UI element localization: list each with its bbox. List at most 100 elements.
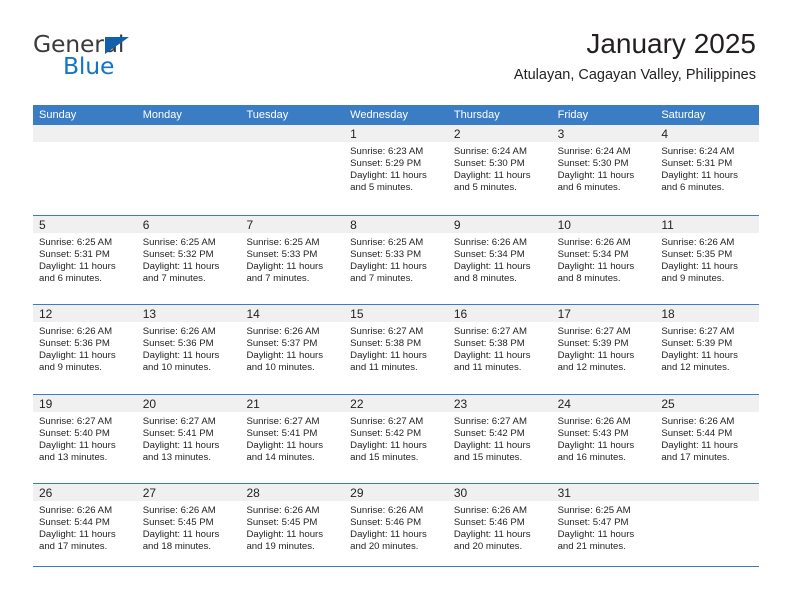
day-number: 30 (453, 486, 468, 500)
day-cell-30[interactable]: 30 Sunrise: 6:26 AM Sunset: 5:46 PM Dayligh… (447, 484, 552, 573)
week-row: 26 Sunrise: 6:26 AM Sunset: 5:44 PM Dayligh… (33, 483, 760, 573)
day-number-band: 26 (33, 484, 137, 501)
day-number: 29 (350, 486, 364, 500)
daylight-text-line2: and 19 minutes. (246, 541, 315, 553)
day-details: Sunrise: 6:25 AM Sunset: 5:32 PM Daylight:… (137, 233, 241, 285)
day-cell-17[interactable]: 17 Sunrise: 6:27 AM Sunset: 5:39 PM Dayligh… (551, 305, 656, 394)
daylight-text-line2: and 17 minutes. (661, 451, 730, 463)
day-details: Sunrise: 6:24 AM Sunset: 5:30 PM Daylight:… (448, 142, 552, 194)
day-cell-19[interactable]: 19 Sunrise: 6:27 AM Sunset: 5:40 PM Dayligh… (33, 394, 137, 483)
day-cell-16[interactable]: 16 Sunrise: 6:27 AM Sunset: 5:38 PM Dayligh… (447, 305, 552, 394)
day-number: 21 (246, 396, 260, 411)
day-cell-empty (240, 125, 345, 215)
day-cell-18[interactable]: 18 Sunrise: 6:27 AM Sunset: 5:39 PM Dayligh… (655, 305, 760, 394)
day-cell-23[interactable]: 23 Sunrise: 6:27 AM Sunset: 5:42 PM Dayligh… (447, 394, 552, 483)
day-cell-5[interactable]: 5 Sunrise: 6:25 AM Sunset: 5:31 PM Daylight… (33, 215, 137, 304)
daylight-text-line1: Daylight: 11 hours (246, 439, 324, 451)
day-details: Sunrise: 6:26 AM Sunset: 5:34 PM Daylight:… (552, 233, 656, 285)
sunset-text: Sunset: 5:36 PM (39, 338, 110, 350)
day-details: Sunrise: 6:24 AM Sunset: 5:30 PM Daylight:… (552, 142, 656, 194)
sunrise-text: Sunrise: 6:25 AM (39, 236, 113, 248)
day-cell-22[interactable]: 22 Sunrise: 6:27 AM Sunset: 5:42 PM Dayligh… (344, 394, 448, 483)
weeks-container: 1 Sunrise: 6:23 AM Sunset: 5:29 PM Daylight… (33, 125, 760, 573)
day-cell-2[interactable]: 2 Sunrise: 6:24 AM Sunset: 5:30 PM Daylight… (447, 125, 552, 215)
sunrise-text: Sunrise: 6:26 AM (246, 326, 320, 337)
daylight-text-line1: Daylight: 11 hours (350, 529, 427, 541)
day-details: Sunrise: 6:26 AM Sunset: 5:44 PM Daylight:… (655, 412, 759, 464)
page-title: January 2025 (586, 28, 756, 59)
weekday-header-row: Sunday Monday Tuesday Wednesday Thursday Frid… (33, 105, 759, 125)
day-cell-6[interactable]: 6 Sunrise: 6:25 AM Sunset: 5:32 PM Daylight… (136, 215, 241, 304)
day-cell-28[interactable]: 28 Sunrise: 6:26 AM Sunset: 5:45 PM Dayligh… (240, 484, 345, 573)
day-cell-21[interactable]: 21 Sunrise: 6:27 AM Sunset: 5:41 PM Dayligh… (240, 394, 345, 483)
sunset-text: Sunset: 5:41 PM (142, 427, 214, 439)
generalblue-logo[interactable]: General Blue (33, 32, 233, 85)
day-cell-25[interactable]: 25 Sunrise: 6:26 AM Sunset: 5:44 PM Dayligh… (655, 394, 760, 483)
title-block: January 2025 Atulayan, Cagayan Valley, P… (514, 28, 756, 84)
weekday-header-wednesday: Wednesday (350, 109, 409, 121)
day-number: 12 (39, 307, 53, 321)
day-number: 17 (557, 307, 571, 321)
day-cell-20[interactable]: 20 Sunrise: 6:27 AM Sunset: 5:41 PM Dayligh… (136, 394, 241, 483)
daylight-text-line1: Daylight: 11 hours (142, 260, 220, 272)
day-cell-9[interactable]: 9 Sunrise: 6:26 AM Sunset: 5:34 PM Daylight… (447, 215, 552, 304)
day-cell-26[interactable]: 26 Sunrise: 6:26 AM Sunset: 5:44 PM Dayligh… (33, 484, 137, 573)
day-details: Sunrise: 6:26 AM Sunset: 5:37 PM Daylight:… (240, 322, 344, 374)
day-number: 4 (661, 127, 668, 141)
day-cell-15[interactable]: 15 Sunrise: 6:27 AM Sunset: 5:38 PM Dayligh… (344, 305, 448, 394)
day-cell-27[interactable]: 27 Sunrise: 6:26 AM Sunset: 5:45 PM Dayligh… (136, 484, 241, 573)
day-number-band: 28 (240, 484, 345, 501)
daylight-text-line2: and 17 minutes. (39, 541, 108, 553)
day-cell-13[interactable]: 13 Sunrise: 6:26 AM Sunset: 5:36 PM Dayligh… (136, 305, 241, 394)
day-number: 13 (142, 307, 157, 321)
sunrise-text: Sunrise: 6:25 AM (142, 236, 216, 248)
sunrise-text: Sunrise: 6:26 AM (661, 236, 735, 248)
day-cell-31[interactable]: 31 Sunrise: 6:25 AM Sunset: 5:47 PM Dayligh… (551, 484, 656, 573)
daylight-text-line1: Daylight: 11 hours (350, 260, 427, 272)
sunrise-text: Sunrise: 6:27 AM (142, 415, 216, 427)
day-number-band: 18 (655, 305, 760, 322)
sunrise-text: Sunrise: 6:26 AM (39, 505, 113, 516)
daylight-text-line2: and 15 minutes. (350, 451, 419, 463)
day-number: 10 (557, 217, 571, 232)
day-number-band: 3 (551, 125, 656, 142)
day-number-band: 25 (655, 394, 760, 412)
daylight-text-line2: and 6 minutes. (661, 182, 725, 194)
day-cell-29[interactable]: 29 Sunrise: 6:26 AM Sunset: 5:46 PM Dayligh… (344, 484, 448, 573)
day-number-band: 17 (551, 305, 656, 322)
calendar-grid: Sunday Monday Tuesday Wednesday Thursday Frid… (33, 105, 760, 573)
day-number-band: 5 (33, 215, 137, 233)
day-number-band: 14 (240, 305, 345, 322)
daylight-text-line2: and 8 minutes. (453, 272, 517, 284)
day-number: 15 (350, 307, 364, 321)
daylight-text-line1: Daylight: 11 hours (350, 170, 427, 182)
day-cell-8[interactable]: 8 Sunrise: 6:25 AM Sunset: 5:33 PM Daylight… (344, 215, 448, 304)
sunset-text: Sunset: 5:41 PM (246, 427, 318, 439)
day-cell-24[interactable]: 24 Sunrise: 6:26 AM Sunset: 5:43 PM Dayligh… (551, 394, 656, 483)
day-cell-3[interactable]: 3 Sunrise: 6:24 AM Sunset: 5:30 PM Daylight… (551, 125, 656, 215)
day-cell-14[interactable]: 14 Sunrise: 6:26 AM Sunset: 5:37 PM Dayligh… (240, 305, 345, 394)
day-cell-11[interactable]: 11 Sunrise: 6:26 AM Sunset: 5:35 PM Dayligh… (655, 215, 760, 304)
daylight-text-line1: Daylight: 11 hours (142, 529, 220, 541)
day-number-band: 9 (447, 215, 552, 233)
day-number-band: 13 (136, 305, 241, 322)
sunrise-text: Sunrise: 6:26 AM (350, 505, 424, 516)
sunset-text: Sunset: 5:30 PM (453, 158, 525, 170)
daylight-text-line2: and 5 minutes. (350, 182, 414, 194)
sunset-text: Sunset: 5:44 PM (661, 427, 733, 439)
day-details: Sunrise: 6:27 AM Sunset: 5:40 PM Daylight:… (33, 412, 137, 464)
sunset-text: Sunset: 5:44 PM (39, 517, 110, 529)
day-details: Sunrise: 6:27 AM Sunset: 5:41 PM Daylight:… (240, 412, 344, 464)
daylight-text-line2: and 6 minutes. (557, 182, 621, 194)
day-cell-4[interactable]: 4 Sunrise: 6:24 AM Sunset: 5:31 PM Daylight… (655, 125, 760, 215)
day-details: Sunrise: 6:26 AM Sunset: 5:46 PM Daylight:… (344, 501, 448, 553)
sunrise-text: Sunrise: 6:25 AM (557, 505, 631, 516)
daylight-text-line2: and 10 minutes. (246, 362, 315, 374)
sunrise-text: Sunrise: 6:26 AM (39, 326, 113, 337)
day-cell-10[interactable]: 10 Sunrise: 6:26 AM Sunset: 5:34 PM Dayligh… (551, 215, 656, 304)
day-number: 11 (661, 217, 674, 232)
day-cell-1[interactable]: 1 Sunrise: 6:23 AM Sunset: 5:29 PM Daylight… (344, 125, 448, 215)
day-cell-7[interactable]: 7 Sunrise: 6:25 AM Sunset: 5:33 PM Daylight… (240, 215, 345, 304)
day-number-band: 7 (240, 215, 345, 233)
day-cell-12[interactable]: 12 Sunrise: 6:26 AM Sunset: 5:36 PM Dayligh… (33, 305, 137, 394)
